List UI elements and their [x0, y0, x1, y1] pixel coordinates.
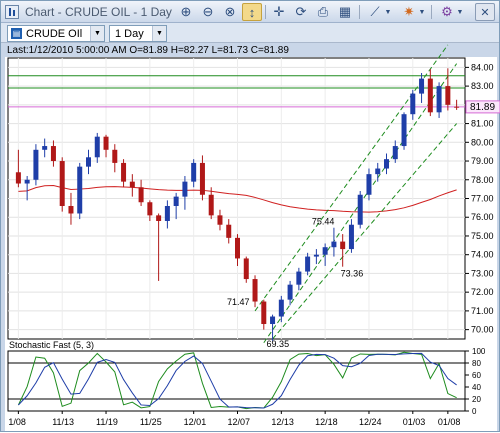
candle-body: [94, 136, 100, 158]
annotation-high: 75.44: [312, 217, 335, 227]
stochastic-title: Stochastic Fast (5, 3): [9, 340, 94, 350]
candle-body: [147, 202, 153, 216]
candle-body: [15, 172, 21, 184]
stochastic-tick-label: 100: [472, 347, 486, 356]
price-tick-label: 78.00: [471, 175, 494, 185]
x-tick-label: 01/08: [438, 417, 461, 427]
price-tick-label: 83.00: [471, 81, 494, 91]
candle-body: [348, 224, 354, 250]
candle-body: [366, 174, 372, 195]
candle-body: [331, 241, 337, 248]
x-tick-label: 11/25: [140, 417, 162, 427]
candle-body: [454, 106, 460, 108]
price-tick-label: 72.00: [471, 287, 494, 297]
stochastic-tick-label: 40: [472, 383, 481, 392]
candle-body: [24, 179, 30, 184]
candle-body: [129, 181, 135, 188]
candle-body: [121, 162, 127, 182]
candle-body: [103, 136, 109, 150]
price-tick-label: 71.00: [471, 306, 494, 316]
candle-body: [427, 78, 433, 113]
candle-body: [340, 241, 346, 250]
candle-body: [156, 215, 162, 221]
candle-body: [235, 237, 240, 259]
x-tick-label: 11/19: [96, 417, 118, 427]
x-tick-label: 01/03: [403, 417, 426, 427]
candle-body: [357, 194, 363, 225]
candle-body: [208, 194, 214, 216]
price-tick-label: 75.00: [471, 231, 494, 241]
candle-body: [278, 299, 284, 317]
x-tick-label: 12/07: [228, 417, 251, 427]
candle-body: [50, 146, 56, 162]
price-tick-label: 73.00: [471, 268, 494, 278]
candle-body: [138, 187, 144, 203]
price-tick-label: 80.00: [471, 137, 494, 147]
price-tick-label: 70.00: [471, 325, 494, 335]
x-tick-label: 12/13: [271, 417, 294, 427]
annotation-low: 73.36: [341, 269, 364, 279]
candle-body: [296, 271, 302, 285]
candle-body: [59, 161, 65, 206]
annotation-level: 71.47: [227, 297, 250, 307]
current-price-label: 81.89: [470, 102, 495, 113]
stochastic-tick-label: 20: [472, 395, 481, 404]
candle-body: [322, 247, 328, 255]
candle-body: [419, 78, 425, 94]
price-chart[interactable]: 84.0083.0082.0081.0080.0079.0078.0077.00…: [1, 1, 500, 433]
price-tick-label: 81.00: [471, 119, 494, 129]
candle-body: [199, 162, 205, 195]
candle-body: [401, 114, 407, 147]
candle-body: [410, 93, 416, 115]
candle-body: [86, 157, 91, 167]
stochastic-tick-label: 0: [472, 407, 477, 416]
candle-body: [68, 205, 74, 214]
x-tick-label: 12/18: [315, 417, 338, 427]
price-tick-label: 79.00: [471, 156, 494, 166]
candle-body: [42, 146, 48, 150]
candle-body: [252, 279, 258, 302]
x-tick-label: 11/13: [52, 417, 74, 427]
candle-body: [392, 146, 398, 160]
annotation-bottom: 69.35: [267, 339, 290, 349]
candle-body: [305, 256, 311, 272]
candle-body: [173, 196, 179, 206]
stochastic-tick-label: 80: [472, 359, 481, 368]
stochastic-tick-label: 60: [472, 371, 481, 380]
candle-body: [191, 162, 197, 182]
candle-body: [313, 254, 319, 257]
price-tick-label: 77.00: [471, 194, 494, 204]
candle-body: [384, 159, 389, 169]
candle-body: [226, 224, 232, 238]
price-tick-label: 74.00: [471, 250, 494, 260]
candle-body: [445, 86, 451, 105]
chart-window: Chart - CRUDE OIL - 1 Day ⊕ ⊖ ⊗ ↕ ✛ ⟳ ⎙ …: [0, 0, 500, 432]
candle-body: [164, 205, 170, 221]
x-tick-label: 12/01: [184, 417, 207, 427]
candle-body: [33, 149, 39, 180]
x-tick-label: 1/08: [8, 417, 26, 427]
candle-body: [112, 149, 118, 163]
candle-body: [217, 215, 223, 225]
candle-body: [77, 166, 83, 214]
candle-body: [375, 168, 381, 175]
price-tick-label: 76.00: [471, 212, 494, 222]
candle-body: [270, 316, 276, 325]
candle-body: [436, 86, 442, 113]
candle-body: [182, 181, 188, 197]
price-tick-label: 84.00: [471, 62, 494, 72]
candle-body: [243, 258, 249, 280]
candle-body: [261, 301, 267, 325]
x-tick-label: 12/24: [359, 417, 382, 427]
candle-body: [287, 284, 293, 300]
